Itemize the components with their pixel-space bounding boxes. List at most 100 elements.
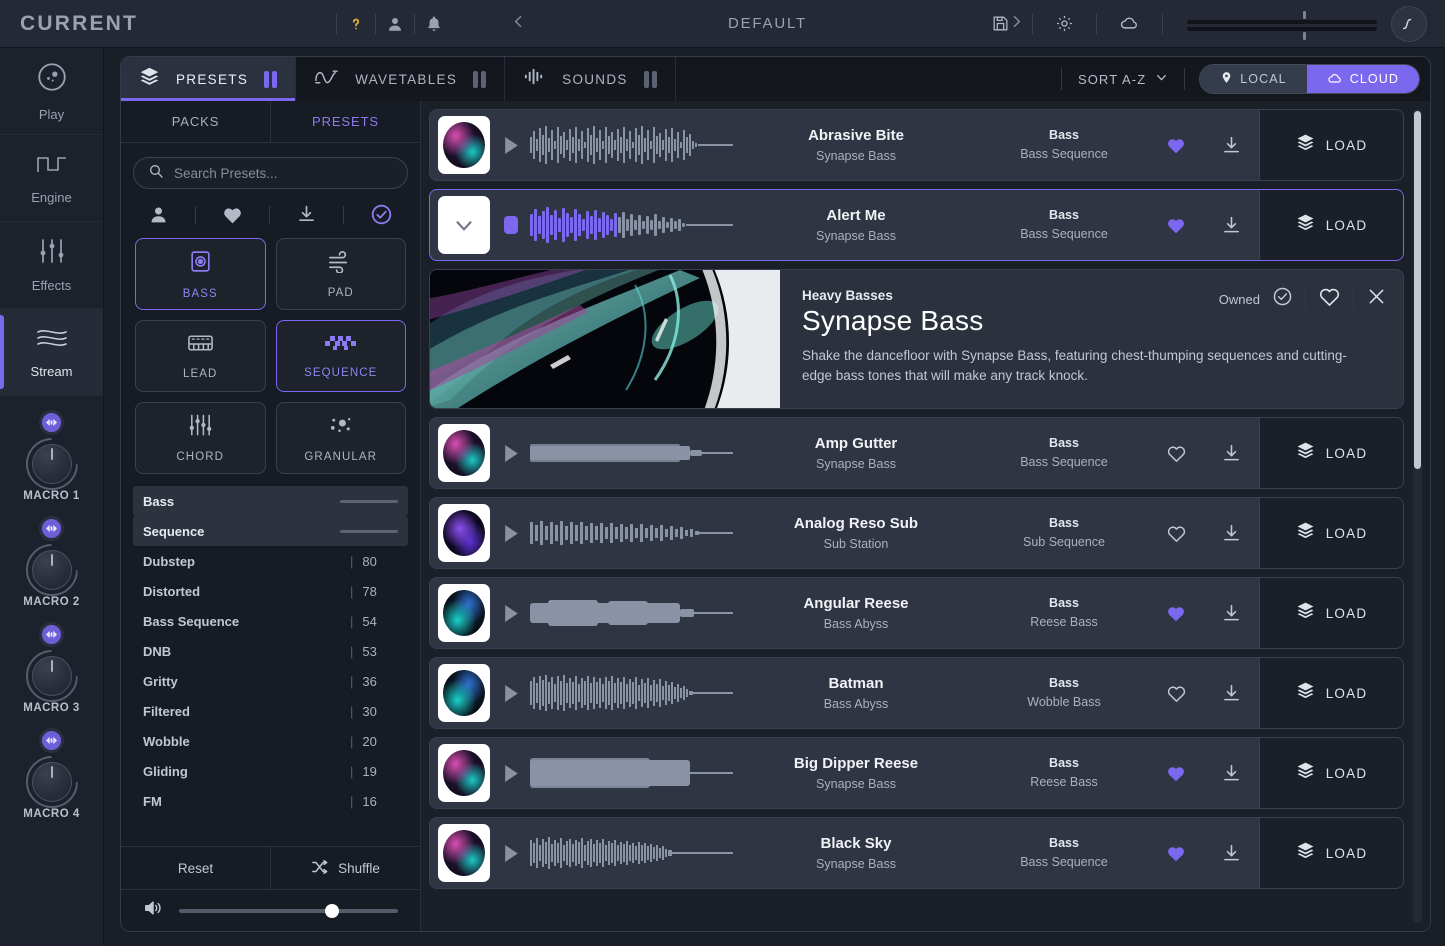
subtab-packs[interactable]: PACKS	[121, 101, 270, 142]
preview-play-button[interactable]	[494, 604, 528, 623]
preset-artwork[interactable]	[438, 584, 490, 642]
favorite-button[interactable]	[1149, 844, 1203, 863]
speaker-wave-icon[interactable]	[143, 899, 163, 922]
favorite-button[interactable]	[1149, 604, 1203, 623]
preview-play-button[interactable]	[494, 444, 528, 463]
favorite-button[interactable]	[1149, 216, 1203, 235]
prev-preset-button[interactable]	[500, 9, 537, 39]
preset-artwork[interactable]	[438, 504, 490, 562]
favorite-button[interactable]	[1149, 524, 1203, 543]
waveform[interactable]	[528, 753, 733, 793]
tag-item[interactable]: Bass Sequence |54	[133, 606, 408, 636]
search-input[interactable]	[174, 166, 393, 181]
question-mark-icon[interactable]	[347, 15, 365, 33]
load-button[interactable]: LOAD	[1259, 658, 1403, 728]
download-button[interactable]	[1203, 603, 1259, 624]
curve-icon[interactable]	[1391, 6, 1427, 42]
preset-artwork[interactable]	[438, 424, 490, 482]
download-button[interactable]	[1203, 843, 1259, 864]
sidebar-item-effects[interactable]: Effects	[0, 222, 103, 309]
load-button[interactable]: LOAD	[1259, 418, 1403, 488]
macro-knob[interactable]	[24, 438, 80, 488]
waveform[interactable]	[528, 125, 733, 165]
preview-play-button[interactable]	[494, 764, 528, 783]
preview-play-button[interactable]	[494, 524, 528, 543]
local-source-button[interactable]: LOCAL	[1200, 65, 1307, 93]
table-row[interactable]: Big Dipper Reese Synapse Bass Bass Reese…	[429, 737, 1404, 809]
tag-item[interactable]: Gliding |19	[133, 756, 408, 786]
load-button[interactable]: LOAD	[1259, 190, 1403, 260]
filter-favorites-icon[interactable]	[222, 205, 243, 225]
macro-knob[interactable]	[24, 544, 80, 594]
download-button[interactable]	[1203, 215, 1259, 236]
waveform[interactable]	[528, 433, 733, 473]
tab-presets[interactable]: PRESETS	[121, 57, 296, 101]
filter-downloaded-icon[interactable]	[296, 204, 317, 225]
cloud-source-button[interactable]: CLOUD	[1307, 65, 1419, 93]
preview-volume-slider[interactable]	[179, 909, 398, 913]
sidebar-item-engine[interactable]: Engine	[0, 135, 103, 222]
load-button[interactable]: LOAD	[1259, 498, 1403, 568]
load-button[interactable]: LOAD	[1259, 738, 1403, 808]
pause-columns-icon[interactable]	[264, 71, 277, 88]
cloud-icon[interactable]	[1119, 13, 1140, 34]
table-row[interactable]: Black Sky Synapse Bass Bass Bass Sequenc…	[429, 817, 1404, 889]
list-scrollbar[interactable]	[1413, 109, 1422, 923]
tag-item[interactable]: Gritty |36	[133, 666, 408, 696]
table-row[interactable]: Amp Gutter Synapse Bass Bass Bass Sequen…	[429, 417, 1404, 489]
table-row[interactable]: Analog Reso Sub Sub Station Bass Sub Seq…	[429, 497, 1404, 569]
category-pad[interactable]: PAD	[276, 238, 407, 310]
category-sequence[interactable]: SEQUENCE	[276, 320, 407, 392]
download-button[interactable]	[1203, 683, 1259, 704]
pause-columns-icon[interactable]	[473, 71, 486, 88]
pause-columns-icon[interactable]	[644, 71, 657, 88]
macro-knob[interactable]	[24, 756, 80, 806]
gear-icon[interactable]	[1055, 14, 1074, 33]
favorite-button[interactable]	[1149, 136, 1203, 155]
preset-artwork-collapse[interactable]	[438, 196, 490, 254]
check-circle-icon[interactable]	[370, 203, 393, 226]
subtab-presets[interactable]: PRESETS	[270, 101, 420, 142]
download-button[interactable]	[1203, 763, 1259, 784]
preview-play-button[interactable]	[494, 684, 528, 703]
level-handle-bottom[interactable]	[1303, 32, 1306, 40]
slider-thumb[interactable]	[325, 904, 339, 918]
heart-outline-icon[interactable]	[1318, 286, 1341, 312]
load-button[interactable]: LOAD	[1259, 578, 1403, 648]
search-box[interactable]	[133, 157, 408, 189]
table-row[interactable]: Abrasive Bite Synapse Bass Bass Bass Seq…	[429, 109, 1404, 181]
waveform-playing[interactable]	[528, 205, 733, 245]
tag-item[interactable]: Sequence	[133, 516, 408, 546]
tag-item[interactable]: Dubstep |80	[133, 546, 408, 576]
waveform[interactable]	[528, 513, 733, 553]
user-icon[interactable]	[386, 15, 404, 33]
tab-wavetables[interactable]: WAVETABLES	[296, 57, 505, 101]
table-row[interactable]: Alert Me Synapse Bass Bass Bass Sequence	[429, 189, 1404, 261]
favorite-button[interactable]	[1149, 444, 1203, 463]
waveform[interactable]	[528, 673, 733, 713]
sidebar-item-stream[interactable]: Stream	[0, 309, 103, 396]
tag-remove-dash[interactable]	[340, 500, 398, 503]
table-row[interactable]: Batman Bass Abyss Bass Wobble Bass	[429, 657, 1404, 729]
save-disk-icon[interactable]	[991, 14, 1010, 33]
category-bass[interactable]: BASS	[135, 238, 266, 310]
macro-midi-learn-button[interactable]	[39, 410, 64, 435]
download-button[interactable]	[1203, 135, 1259, 156]
preset-artwork[interactable]	[438, 824, 490, 882]
filter-my-presets-icon[interactable]	[148, 204, 169, 225]
preview-stop-button[interactable]	[494, 216, 528, 234]
master-level-slider[interactable]	[1187, 9, 1377, 39]
download-button[interactable]	[1203, 443, 1259, 464]
preset-artwork[interactable]	[438, 744, 490, 802]
favorite-button[interactable]	[1149, 684, 1203, 703]
tag-item[interactable]: Filtered |30	[133, 696, 408, 726]
tab-sounds[interactable]: SOUNDS	[505, 57, 676, 101]
table-row[interactable]: Angular Reese Bass Abyss Bass Reese Bass	[429, 577, 1404, 649]
shuffle-button[interactable]: Shuffle	[270, 847, 420, 889]
macro-midi-learn-button[interactable]	[39, 622, 64, 647]
download-button[interactable]	[1203, 523, 1259, 544]
sidebar-item-play[interactable]: Play	[0, 48, 103, 135]
reset-button[interactable]: Reset	[121, 847, 270, 889]
macro-midi-learn-button[interactable]	[39, 728, 64, 753]
load-button[interactable]: LOAD	[1259, 110, 1403, 180]
